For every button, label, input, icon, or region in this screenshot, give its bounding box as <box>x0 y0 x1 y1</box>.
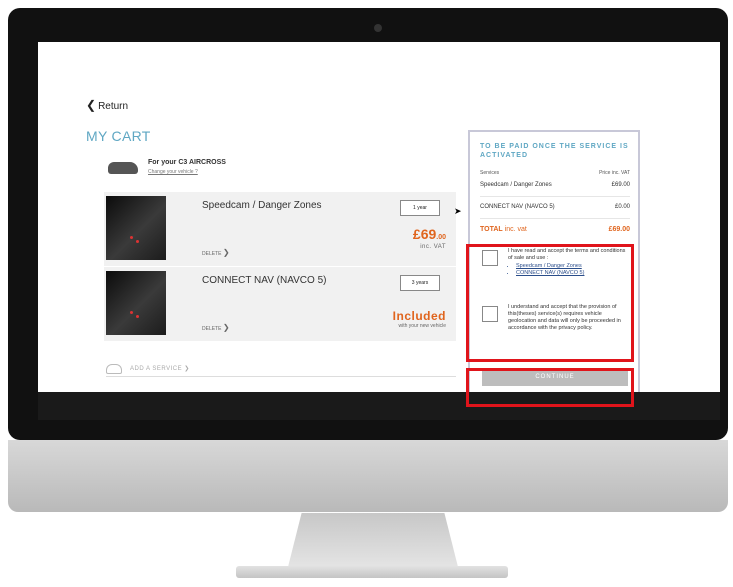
summary-columns: Services Price inc. VAT <box>480 170 630 176</box>
add-service-button[interactable]: ADD A SERVICE ❯ <box>106 362 456 377</box>
summary-heading: TO BE PAID ONCE THE SERVICE IS ACTIVATED <box>480 143 629 159</box>
chevron-right-icon: ❯ <box>222 248 230 257</box>
monitor-chin <box>8 440 728 512</box>
add-vehicle-service-icon <box>106 364 122 374</box>
page-title: MY CART <box>86 128 151 144</box>
consent-highlight-box <box>466 244 634 362</box>
change-vehicle-link[interactable]: Change your vehicle ? <box>148 169 198 175</box>
price-note: inc. VAT <box>420 244 446 250</box>
service-thumbnail <box>106 271 166 335</box>
vehicle-label: For your C3 AIRCROSS <box>148 159 226 166</box>
monitor-base <box>236 566 508 578</box>
duration-select[interactable]: 3 years <box>400 275 440 291</box>
duration-select[interactable]: 1 year <box>400 200 440 216</box>
total-row: TOTAL inc. vat £69.00 <box>480 226 630 233</box>
delete-button[interactable]: DELETE ❯ <box>202 323 230 332</box>
continue-highlight-box <box>466 368 634 407</box>
camera-icon <box>374 24 382 32</box>
service-price: £69.00 <box>412 226 446 242</box>
monitor-stand <box>288 513 458 567</box>
chevron-left-icon: ❮ <box>86 98 97 112</box>
service-thumbnail <box>106 196 166 260</box>
delete-button[interactable]: DELETE ❯ <box>202 248 230 257</box>
included-note: with your new vehicle <box>398 323 446 329</box>
car-icon <box>108 162 138 174</box>
cart-item: CONNECT NAV (NAVCO 5) 3 years Included w… <box>104 267 456 341</box>
summary-row: CONNECT NAV (NAVCO 5) £0.00 <box>480 204 630 219</box>
service-name: Speedcam / Danger Zones <box>202 200 322 211</box>
service-name: CONNECT NAV (NAVCO 5) <box>202 275 327 286</box>
chevron-right-icon: ❯ <box>222 323 230 332</box>
vehicle-row: For your C3 AIRCROSS Change your vehicle… <box>108 156 308 180</box>
return-link[interactable]: ❮ Return <box>86 98 128 112</box>
mouse-cursor-icon: ➤ <box>454 206 462 216</box>
cart-item: Speedcam / Danger Zones 1 year £69.00 in… <box>104 192 456 266</box>
summary-row: Speedcam / Danger Zones £69.00 <box>480 182 630 197</box>
included-label: Included <box>392 309 446 323</box>
